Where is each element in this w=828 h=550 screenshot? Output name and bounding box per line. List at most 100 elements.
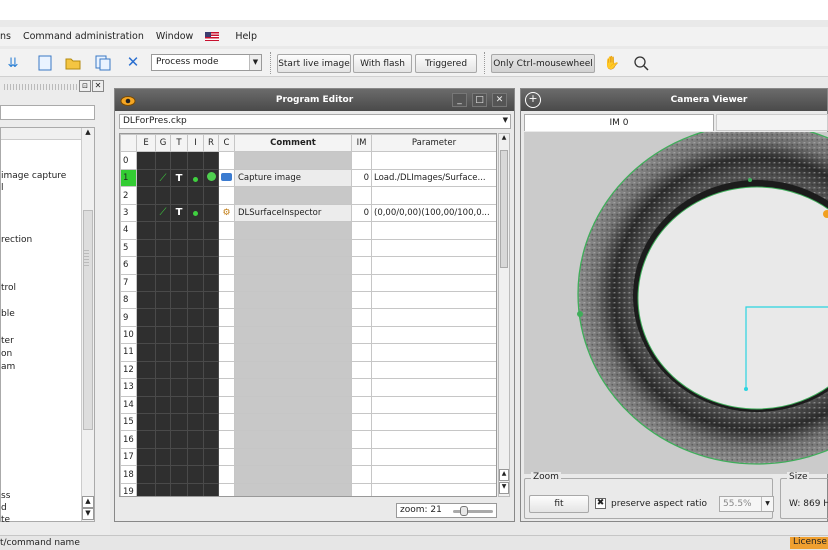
im-cell[interactable] [351, 256, 372, 275]
process-mode-select[interactable]: Process mode ▼ [151, 54, 262, 71]
comment-cell[interactable] [234, 186, 352, 205]
flag-cell-r[interactable] [203, 325, 219, 345]
flag-cell-t[interactable] [170, 395, 188, 415]
row-number[interactable]: 11 [120, 343, 137, 362]
tree-item[interactable]: image capture [1, 171, 66, 181]
flag-cell-t[interactable]: T [170, 168, 188, 188]
parameter-cell[interactable] [371, 256, 496, 275]
new-file-button[interactable] [36, 54, 54, 72]
table-row[interactable]: 3 ⟋ T ⚙ DLSurfaceInspector 0 (0,00/0,00)(100,0… [120, 203, 496, 223]
parameter-cell[interactable] [371, 343, 496, 362]
row-number[interactable]: 15 [120, 412, 137, 432]
command-type-cell[interactable] [218, 412, 235, 432]
flag-cell-e[interactable] [136, 482, 156, 496]
tab-im0[interactable]: IM 0 [524, 114, 714, 131]
flag-cell-e[interactable] [136, 256, 156, 275]
comment-cell[interactable] [234, 290, 352, 310]
comment-cell[interactable] [234, 325, 352, 345]
parameter-cell[interactable] [371, 430, 496, 449]
parameter-cell[interactable] [371, 290, 496, 310]
delete-icon[interactable]: ✕ [124, 53, 142, 71]
comment-cell[interactable] [234, 430, 352, 449]
flag-cell-t[interactable] [170, 273, 188, 292]
flag-cell-i[interactable] [187, 168, 204, 188]
flag-cell-r[interactable] [203, 203, 219, 223]
zoom-slider-track[interactable] [453, 510, 493, 513]
flag-cell-r[interactable] [203, 430, 219, 449]
command-type-cell[interactable] [218, 343, 235, 362]
flag-cell-e[interactable] [136, 378, 156, 397]
scroll-down-icon[interactable]: ▼ [82, 508, 94, 520]
row-number[interactable]: 9 [120, 308, 137, 327]
parameter-cell[interactable] [371, 360, 496, 380]
flag-cell-e[interactable] [136, 447, 156, 467]
flag-cell-e[interactable] [136, 325, 156, 345]
im-cell[interactable] [351, 482, 372, 496]
flag-cell-i[interactable] [187, 465, 204, 484]
tree-item[interactable]: trol [1, 283, 16, 293]
grid-zoom-control[interactable]: zoom: 21 [396, 503, 497, 518]
flag-cell-g[interactable] [155, 290, 171, 310]
row-number[interactable]: 7 [120, 273, 137, 292]
command-type-cell[interactable] [218, 482, 235, 496]
flag-cell-e[interactable] [136, 465, 156, 484]
parameter-cell[interactable]: (0,00/0,00)(100,00/100,0... [371, 203, 496, 223]
column-header-parameter[interactable]: Parameter [371, 134, 496, 153]
only-ctrl-mousewheel-toggle[interactable]: Only Ctrl-mousewheel [491, 54, 595, 73]
im-cell[interactable] [351, 395, 372, 415]
menu-item-window[interactable]: Window [150, 31, 199, 42]
tree-item[interactable]: on [1, 349, 12, 359]
flag-cell-i[interactable] [187, 447, 204, 467]
flag-cell-t[interactable] [170, 447, 188, 467]
im-cell[interactable] [351, 308, 372, 327]
add-view-icon[interactable]: + [525, 92, 541, 108]
command-type-cell[interactable] [218, 238, 235, 258]
panel-close-button[interactable]: ✕ [92, 80, 104, 92]
parameter-cell[interactable] [371, 378, 496, 397]
flag-cell-g[interactable] [155, 447, 171, 467]
flag-cell-r[interactable] [203, 343, 219, 362]
command-type-cell[interactable] [218, 325, 235, 345]
tree-item[interactable]: te [1, 515, 10, 525]
tree-item[interactable]: d [1, 503, 7, 513]
table-row[interactable]: 8 [120, 290, 496, 310]
flag-cell-e[interactable] [136, 273, 156, 292]
im-cell[interactable] [351, 430, 372, 449]
zoom-tool-button[interactable] [632, 54, 650, 72]
comment-cell[interactable] [234, 482, 352, 496]
download-icon[interactable]: ⇊ [4, 54, 22, 72]
column-header-t[interactable]: T [170, 134, 188, 153]
command-type-cell[interactable] [218, 465, 235, 484]
table-row[interactable]: 6 [120, 256, 496, 275]
save-as-button[interactable] [94, 54, 112, 72]
flag-cell-i[interactable] [187, 238, 204, 258]
comment-cell[interactable]: DLSurfaceInspector [234, 203, 352, 223]
flag-cell-i[interactable] [187, 256, 204, 275]
scroll-up-icon[interactable]: ▲ [82, 496, 94, 508]
flag-cell-i[interactable] [187, 412, 204, 432]
panel-float-button[interactable]: ⊡ [79, 80, 91, 92]
flag-cell-i[interactable] [187, 430, 204, 449]
im-cell[interactable] [351, 325, 372, 345]
row-number[interactable]: 4 [120, 221, 137, 240]
table-row[interactable]: 9 [120, 308, 496, 327]
comment-cell[interactable] [234, 221, 352, 240]
flag-cell-r[interactable] [203, 465, 219, 484]
im-cell[interactable] [351, 290, 372, 310]
command-type-cell[interactable] [218, 221, 235, 240]
menu-item-language[interactable] [199, 31, 229, 42]
flag-cell-e[interactable] [136, 308, 156, 327]
flag-cell-t[interactable] [170, 430, 188, 449]
flag-cell-g[interactable] [155, 308, 171, 327]
flag-cell-r[interactable] [203, 256, 219, 275]
flag-cell-r[interactable] [203, 168, 219, 188]
table-row[interactable]: 12 [120, 360, 496, 380]
parameter-cell[interactable] [371, 325, 496, 345]
tree-item[interactable]: am [1, 362, 15, 372]
row-number[interactable]: 10 [120, 325, 137, 345]
im-cell[interactable] [351, 378, 372, 397]
flag-cell-t[interactable]: T [170, 203, 188, 223]
flag-cell-t[interactable] [170, 186, 188, 205]
menu-item-functions[interactable]: ns [0, 31, 17, 42]
comment-cell[interactable] [234, 465, 352, 484]
